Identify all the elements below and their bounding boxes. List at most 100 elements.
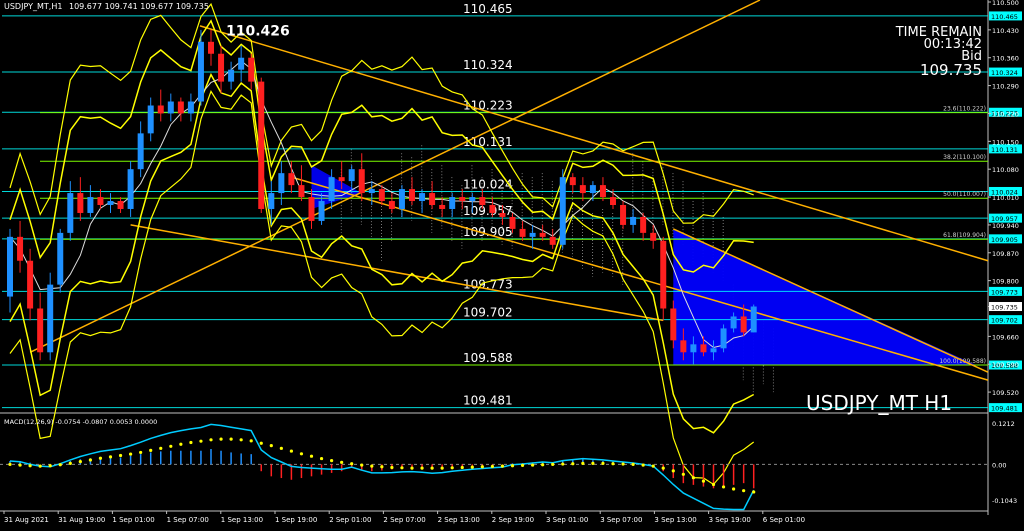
candle-body[interactable] [409,189,415,202]
candle-body[interactable] [690,344,697,353]
fib-label: 23.6(110.222) [943,106,986,113]
candle-body[interactable] [147,105,154,134]
candle-body[interactable] [87,197,94,213]
candle-body[interactable] [750,306,757,333]
macd-signal-dot [480,465,484,469]
candle-body[interactable] [539,232,546,237]
candle-body[interactable] [589,185,596,194]
price-axis-label: 110.220 [992,110,1019,118]
candle-body[interactable] [610,197,616,206]
macd-signal-dot [199,439,203,443]
macd-signal-dot [38,464,42,468]
candle-body[interactable] [358,169,365,194]
candle-body[interactable] [680,340,687,353]
candle-body[interactable] [238,57,245,70]
candle-body[interactable] [37,308,44,353]
candle-body[interactable] [599,185,606,198]
level-mid-label: 110.324 [463,58,513,72]
candle-body[interactable] [328,177,335,202]
candle-body[interactable] [630,216,637,225]
fib-label: 61.8(109.904) [943,232,986,239]
candle-body[interactable] [57,232,64,285]
candle-body[interactable] [27,260,34,309]
candle-body[interactable] [388,201,395,209]
candle-body[interactable] [579,185,586,194]
candle-body[interactable] [137,133,144,170]
macd-title: MACD(12,26,9) -0.0754 -0.0807 0.0053 0.0… [4,418,157,426]
macd-signal-dot [209,438,213,442]
macd-signal-dot [149,448,153,452]
candle-body[interactable] [107,201,114,206]
candle-body[interactable] [439,205,446,209]
candle-body[interactable] [559,177,566,245]
time-axis-label: 2 Sep 13:00 [438,516,480,524]
candle-body[interactable] [710,348,717,353]
candle-body[interactable] [208,41,214,54]
candle-body[interactable] [730,316,737,329]
candle-body[interactable] [459,197,466,202]
candle-body[interactable] [157,105,164,114]
candle-body[interactable] [197,41,204,102]
candle-body[interactable] [167,101,174,114]
candle-body[interactable] [7,236,13,297]
candle-body[interactable] [298,185,305,198]
candle-body[interactable] [398,189,405,209]
candle-body[interactable] [509,216,516,229]
candle-body[interactable] [127,169,134,209]
macd-signal-dot [450,466,454,470]
candle-body[interactable] [97,197,104,206]
candle-body[interactable] [17,236,24,261]
candle-body[interactable] [258,81,265,209]
candle-body[interactable] [368,189,375,194]
candle-body[interactable] [569,177,576,186]
candle-body[interactable] [660,240,667,309]
candle-body[interactable] [700,344,707,353]
candle-body[interactable] [278,173,285,194]
candle-body[interactable] [47,284,54,353]
candle-body[interactable] [177,101,184,114]
chart-header: USDJPY_MT,H1 109.677 109.741 109.677 109… [4,2,209,11]
candle-body[interactable] [489,205,496,213]
candle-body[interactable] [670,308,677,341]
candle-body[interactable] [77,193,84,213]
candle-body[interactable] [529,232,536,237]
macd-signal-dot [691,476,696,480]
candle-body[interactable] [429,193,436,206]
candle-body[interactable] [740,316,747,333]
candle-body[interactable] [650,232,657,241]
candle-body[interactable] [449,197,456,209]
candle-body[interactable] [268,193,275,209]
candle-body[interactable] [419,193,426,202]
macd-signal-dot [28,464,32,468]
candle-body[interactable] [469,197,476,202]
candle-body[interactable] [620,205,627,225]
candle-body[interactable] [218,53,225,82]
candle-body[interactable] [248,57,255,82]
candle-body[interactable] [288,173,295,186]
candle-body[interactable] [499,212,506,217]
candle-body[interactable] [117,201,124,209]
macd-signal-dot [229,437,233,441]
candle-body[interactable] [549,236,556,245]
candle-body[interactable] [187,101,194,114]
candle-body[interactable] [720,328,727,349]
candle-body[interactable] [519,228,526,237]
candle-body[interactable] [378,189,385,202]
candle-body[interactable] [640,216,647,233]
macd-signal-dot [139,450,143,455]
time-axis-label: 2 Sep 01:00 [329,516,371,524]
macd-signal-dot [711,482,716,487]
candle-body[interactable] [338,177,345,182]
price-chart[interactable]: 110.465110.324110.223110.131110.024109.9… [0,0,1024,527]
candle-body[interactable] [479,197,486,206]
macd-signal-dot [531,463,535,467]
candle-body[interactable] [308,197,315,221]
candle-body[interactable] [318,201,325,221]
candle-body[interactable] [67,193,74,233]
macd-signal-dot [651,464,655,468]
candle-body[interactable] [228,69,235,82]
time-axis-label: 3 Sep 19:00 [709,516,751,524]
macd-signal-dot [520,463,525,468]
macd-signal-dot [561,462,565,466]
candle-body[interactable] [348,169,355,182]
